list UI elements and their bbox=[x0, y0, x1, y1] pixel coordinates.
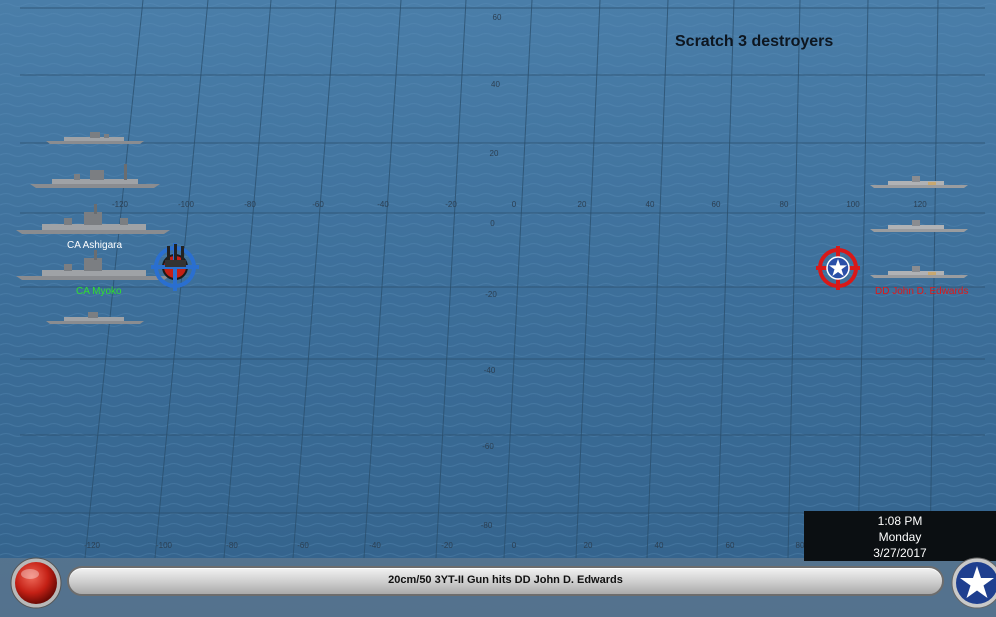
grid-x-label: 0 bbox=[512, 200, 517, 209]
ship-ca-2[interactable] bbox=[28, 162, 164, 190]
ship-ca-ashigara[interactable] bbox=[14, 204, 174, 236]
grid-x-label-bottom: 40 bbox=[655, 541, 664, 550]
grid-x-label-bottom: 0 bbox=[512, 541, 517, 550]
status-message: 20cm/50 3YT-II Gun hits DD John D. Edwar… bbox=[388, 574, 623, 586]
grid-y-label: 20 bbox=[490, 149, 499, 158]
grid-x-label: 100 bbox=[846, 200, 860, 209]
grid-x-label: 20 bbox=[578, 200, 587, 209]
grid-x-label: -40 bbox=[377, 200, 389, 209]
grid-x-label: 60 bbox=[712, 200, 721, 209]
end-turn-button[interactable] bbox=[10, 557, 62, 609]
us-star-emblem-icon[interactable] bbox=[951, 557, 996, 609]
grid-x-label: -60 bbox=[312, 200, 324, 209]
grid-x-label-bottom: -80 bbox=[226, 541, 238, 550]
grid-x-label-bottom: -60 bbox=[297, 541, 309, 550]
game-clock: 1:08 PM Monday 3/27/2017 bbox=[804, 511, 996, 561]
ship-ca-5[interactable] bbox=[44, 308, 148, 326]
grid-y-label: -80 bbox=[481, 521, 493, 530]
clock-day: Monday bbox=[878, 530, 922, 544]
ship-dd-john-d-edwards[interactable] bbox=[868, 264, 972, 280]
grid-x-label-bottom: -40 bbox=[369, 541, 381, 550]
ship-dd-2[interactable] bbox=[868, 218, 972, 234]
grid-y-label: -60 bbox=[482, 442, 494, 451]
ship-label-john-d-edwards: DD John D. Edwards bbox=[875, 286, 969, 297]
clock-time: 1:08 PM bbox=[877, 514, 923, 528]
grid-x-label-bottom: 20 bbox=[584, 541, 593, 550]
grid-x-label-bottom: 60 bbox=[726, 541, 735, 550]
grid-x-label: -100 bbox=[178, 200, 195, 209]
ship-dd-1[interactable] bbox=[868, 174, 972, 190]
star-target-reticle-icon[interactable] bbox=[815, 245, 861, 291]
grid-x-label-bottom: -100 bbox=[156, 541, 173, 550]
grid-x-label: 40 bbox=[646, 200, 655, 209]
grid-y-label: 40 bbox=[491, 80, 500, 89]
turret-reticle-icon[interactable] bbox=[150, 242, 200, 292]
ship-ca-1[interactable] bbox=[44, 128, 148, 146]
grid-x-label: 120 bbox=[913, 200, 927, 209]
grid-y-label: 60 bbox=[493, 13, 502, 22]
ship-label-myoko: CA Myoko bbox=[76, 286, 122, 297]
battle-map[interactable]: 60 40 20 0 -20 -40 -60 -80 -120 -100 -80 -60 -40 -20 0… bbox=[0, 0, 996, 617]
grid-x-label: 80 bbox=[780, 200, 789, 209]
grid-y-label: -40 bbox=[484, 366, 496, 375]
mission-title: Scratch 3 destroyers bbox=[675, 33, 834, 50]
status-message-bar: 20cm/50 3YT-II Gun hits DD John D. Edwar… bbox=[67, 566, 944, 596]
grid-x-label: -80 bbox=[244, 200, 256, 209]
grid-x-label-bottom: -20 bbox=[441, 541, 453, 550]
grid-y-label: -20 bbox=[485, 290, 497, 299]
grid-y-label: 0 bbox=[490, 219, 495, 228]
grid-x-label: -20 bbox=[445, 200, 457, 209]
grid-x-label-bottom: -120 bbox=[84, 541, 101, 550]
